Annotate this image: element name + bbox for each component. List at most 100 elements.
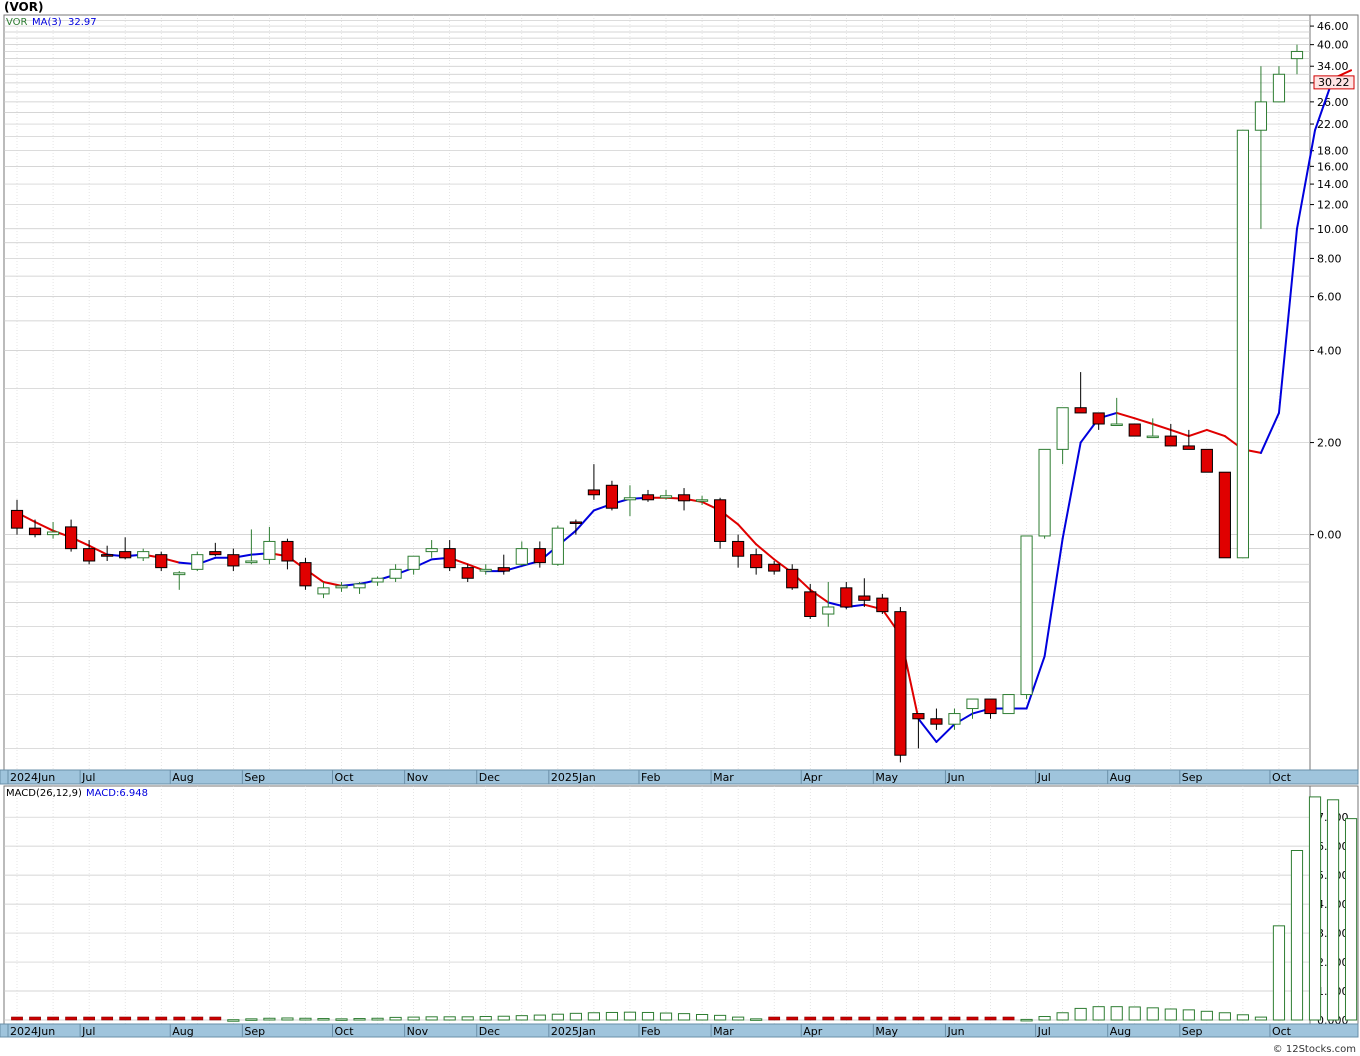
macd-bar [335, 1018, 348, 1021]
candle-down [750, 554, 763, 569]
macd-x-tick-label: Aug [1110, 1025, 1131, 1038]
candle-down [858, 595, 871, 601]
price-panel: 46.0040.0034.0030.0026.0022.0018.0016.00… [0, 14, 1359, 785]
macd-bar [587, 1012, 600, 1021]
candle-down [83, 548, 96, 562]
macd-bar [714, 1014, 727, 1021]
macd-bar [822, 1016, 835, 1021]
candle-down [533, 548, 546, 564]
candle-up [1236, 129, 1249, 559]
legend-ma-value: 32.97 [68, 17, 97, 28]
candle-up [515, 548, 528, 565]
macd-bar [1128, 1006, 1141, 1021]
macd-x-tick-label: Aug [172, 1025, 193, 1038]
macd-x-tick-label: Jul [1037, 1025, 1051, 1038]
macd-bar [1218, 1012, 1231, 1021]
candle-down [101, 554, 114, 557]
macd-bar [191, 1016, 204, 1021]
candle-down [299, 562, 312, 587]
candle-down [497, 567, 510, 572]
candle-up [1110, 423, 1123, 426]
macd-bar [1344, 818, 1358, 1021]
macd-bar [281, 1017, 294, 1021]
macd-bar [894, 1016, 907, 1021]
macd-bar [461, 1016, 474, 1021]
price-y-tick-label: 18.00 [1317, 145, 1349, 158]
macd-bar [353, 1018, 366, 1021]
macd-bar [768, 1016, 781, 1021]
macd-bar [966, 1016, 979, 1021]
last-price-label: 30.22 [1318, 76, 1350, 89]
macd-x-tick-label: 2024Jun [10, 1025, 55, 1038]
candle-up [389, 568, 402, 579]
candle-down [1182, 445, 1195, 450]
price-x-tick-label: Jul [81, 771, 95, 784]
macd-x-tick-label: Sep [244, 1025, 265, 1038]
price-y-tick-label: 16.00 [1317, 160, 1349, 173]
macd-bar [948, 1016, 961, 1021]
candle-up [966, 698, 979, 710]
macd-bar [623, 1011, 637, 1021]
macd-bar [65, 1016, 77, 1021]
price-y-tick-label: 34.00 [1317, 60, 1349, 73]
legend-symbol: VOR [6, 17, 28, 28]
macd-bar [750, 1018, 763, 1021]
macd-bar [173, 1016, 186, 1021]
macd-bar [732, 1016, 745, 1021]
macd-legend-value: MACD:6.948 [86, 788, 148, 799]
candle-down [1164, 435, 1177, 447]
macd-bar [371, 1017, 384, 1021]
macd-bar [137, 1016, 150, 1021]
macd-bar [1326, 799, 1340, 1021]
macd-bar [677, 1013, 691, 1021]
candle-down [65, 526, 78, 550]
macd-bar [1002, 1016, 1015, 1021]
price-x-tick-label: Aug [1110, 771, 1131, 784]
candle-up [1272, 73, 1286, 103]
candle-up [822, 606, 835, 615]
macd-bar [209, 1016, 222, 1021]
macd-bar [1236, 1014, 1249, 1021]
price-y-tick-label: 8.00 [1317, 252, 1342, 265]
price-x-tick-label: Dec [479, 771, 500, 784]
macd-panel: 7.0006.0005.0004.0003.0002.0001.0000.000… [0, 785, 1359, 1038]
candle-down [605, 484, 619, 509]
macd-bar [984, 1016, 997, 1021]
candle-up [191, 554, 204, 570]
price-x-axis-band [0, 769, 1359, 785]
candle-down [443, 548, 456, 569]
macd-bar [912, 1016, 925, 1021]
candle-down [1128, 423, 1141, 437]
candle-up [479, 568, 492, 572]
macd-bar [1290, 850, 1304, 1021]
price-x-tick-label: Jul [1037, 771, 1051, 784]
macd-bar [659, 1012, 673, 1021]
macd-bar [569, 1012, 582, 1021]
macd-bar [930, 1016, 943, 1021]
price-y-tick-label: 2.00 [1317, 437, 1342, 450]
price-y-tick-label: 4.00 [1317, 344, 1342, 357]
candle-down [209, 551, 222, 556]
macd-bar [29, 1016, 41, 1021]
macd-bar [1110, 1006, 1123, 1021]
candle-up [1038, 448, 1051, 537]
candle-down [28, 527, 42, 536]
macd-bar [317, 1018, 330, 1021]
macd-bar [245, 1018, 258, 1021]
macd-bar [1164, 1008, 1177, 1021]
legend-ma-label: MA(3) [32, 17, 62, 28]
chart-title: (VOR) [4, 0, 44, 14]
candle-down [876, 597, 889, 613]
macd-bar [1272, 925, 1286, 1021]
macd-bar [695, 1013, 709, 1021]
price-x-tick-label: Apr [803, 771, 823, 784]
macd-x-tick-label: Dec [479, 1025, 500, 1038]
candle-down [714, 499, 727, 542]
macd-bar [876, 1016, 889, 1021]
macd-bar [443, 1016, 456, 1021]
candle-down [10, 509, 24, 529]
macd-bar [551, 1013, 564, 1021]
candle-down [677, 494, 691, 502]
macd-bar [858, 1016, 871, 1021]
macd-bar [227, 1019, 240, 1022]
